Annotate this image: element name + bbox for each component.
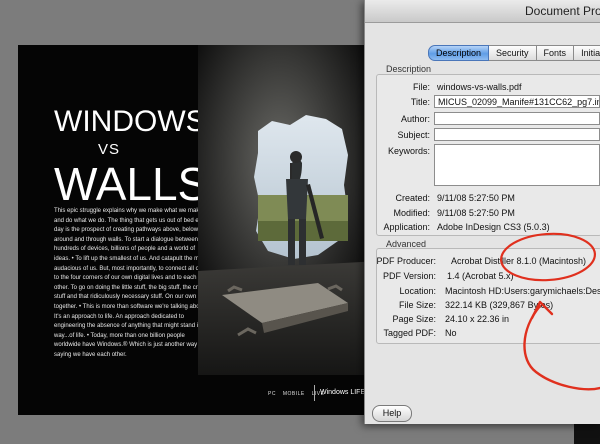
title-label: Title: [410,97,430,107]
created-label: Created: [395,193,430,203]
keywords-field[interactable] [434,144,600,186]
pdf-page: WINDOWS VS WALLS This epic struggle expl… [18,45,380,415]
tab-security[interactable]: Security [489,45,537,61]
wall-breakthrough-image [198,45,380,375]
author-field[interactable] [434,112,600,125]
help-button[interactable]: Help [372,405,412,422]
footer-divider [314,385,315,401]
created-value: 9/11/08 5:27:50 PM [437,193,515,203]
pdf-version-value: 1.4 (Acrobat 5.x) [447,271,514,281]
body-paragraph: This epic struggle explains why we make … [54,208,212,358]
pdf-version-label: PDF Version: [382,271,436,281]
dialog-titlebar[interactable]: Document Properti [365,0,600,23]
keywords-label: Keywords: [387,146,430,156]
pdf-producer-value: Acrobat Distiller 8.1.0 (Macintosh) [451,256,587,266]
file-size-label: File Size: [398,300,436,310]
tab-bar: Description Security Fonts Initial Vie [428,45,600,61]
headline-windows: WINDOWS [54,105,206,138]
file-size-value: 322.14 KB (329,867 Bytes) [445,300,554,310]
location-value: Macintosh HD:Users:garymichaels:Desktop: [445,286,600,296]
page-size-label: Page Size: [392,314,436,324]
subject-label: Subject: [397,130,430,140]
page-size-value: 24.10 x 22.36 in [445,314,510,324]
dialog-title: Document Properti [525,4,600,18]
advanced-group-label: Advanced [386,239,427,249]
author-label: Author: [400,114,430,124]
title-field[interactable]: MICUS_02099_Manife#131CC62_pg7.indd [434,95,600,108]
tab-description[interactable]: Description [428,45,490,61]
tagged-pdf-value: No [445,328,457,338]
tab-fonts[interactable]: Fonts [536,45,575,61]
windows-logo: Windows LIFE [320,389,366,396]
pdf-producer-label: PDF Producer: [376,256,436,266]
modified-value: 9/11/08 5:27:50 PM [437,208,515,218]
headline-vs: VS [98,141,121,158]
modified-label: Modified: [393,208,430,218]
tab-initial-view[interactable]: Initial Vie [574,45,600,61]
footer-pc: PC [268,391,276,397]
footer-mobile: MOBILE [282,391,305,397]
file-label: File: [412,82,430,92]
location-label: Location: [399,286,436,296]
file-value: windows-vs-walls.pdf [437,82,522,92]
application-value: Adobe InDesign CS3 (5.0.3) [437,222,550,232]
tagged-pdf-label: Tagged PDF: [383,328,436,338]
subject-field[interactable] [434,128,600,141]
application-label: Application: [383,222,430,232]
description-group-label: Description [386,64,432,74]
headline-walls: WALLS [54,158,209,210]
